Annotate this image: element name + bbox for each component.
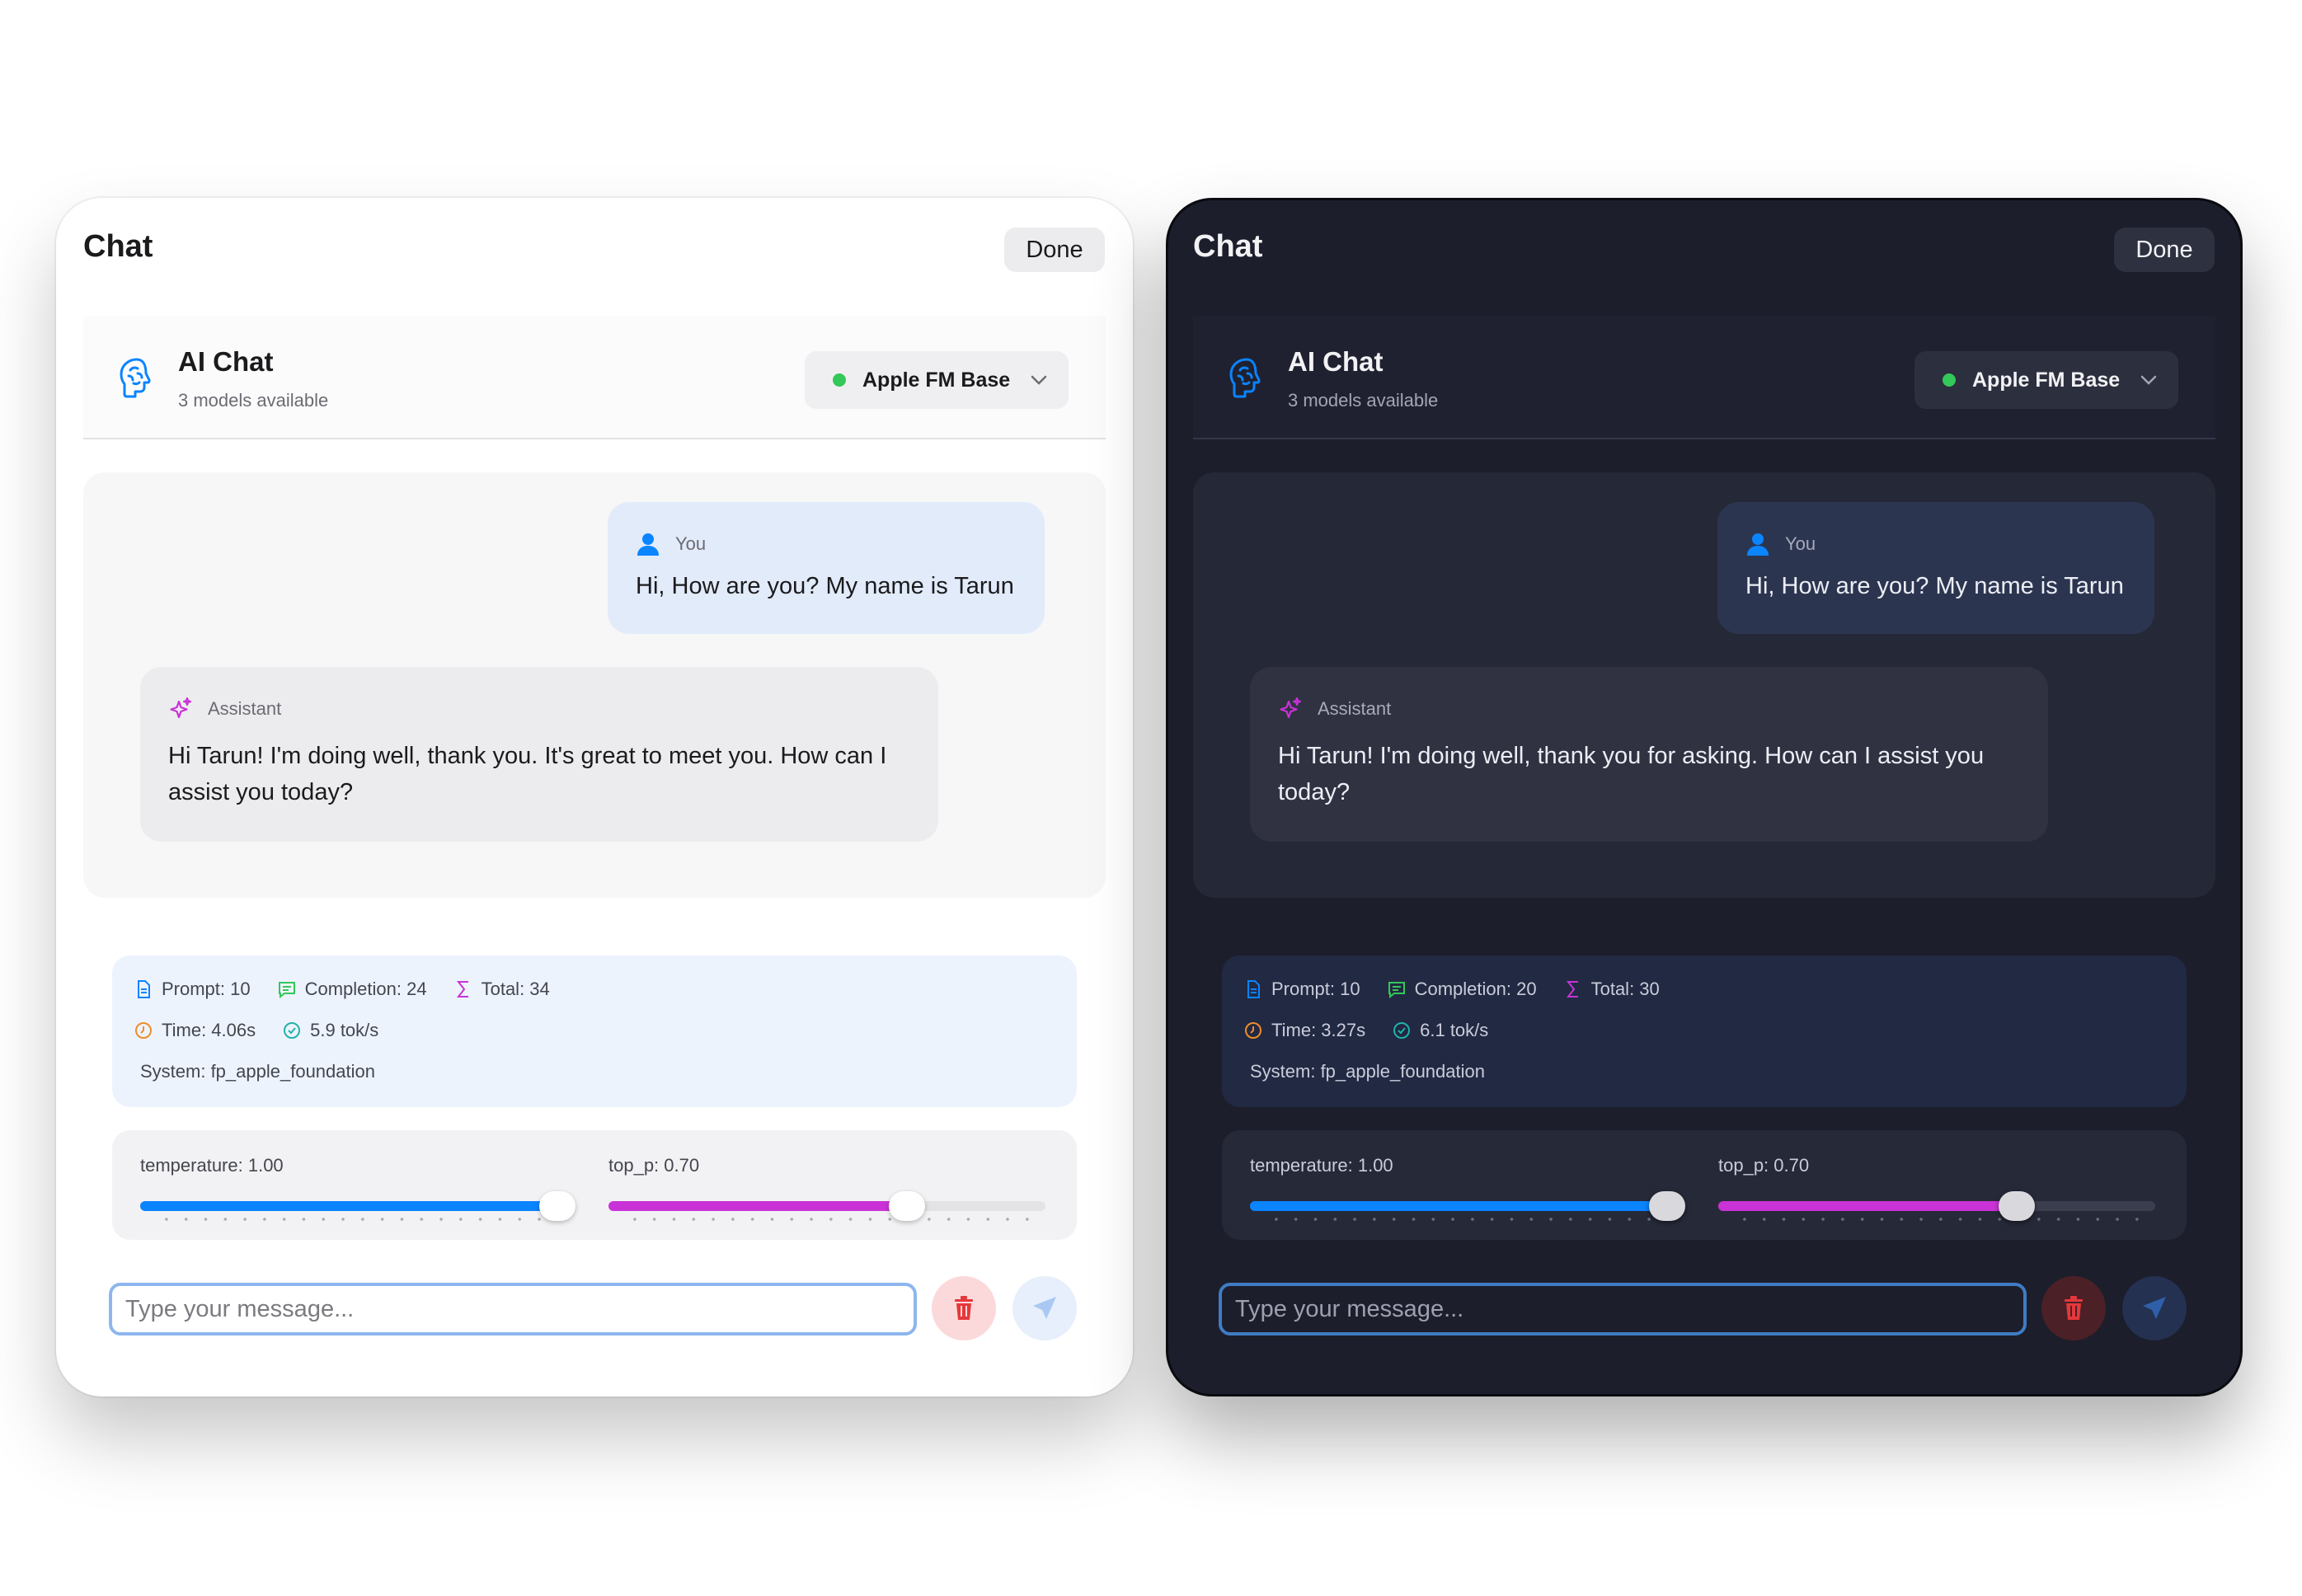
temperature-slider-thumb[interactable] <box>539 1191 576 1221</box>
role-label: Assistant <box>208 698 282 719</box>
role-label: You <box>675 533 707 554</box>
system-fingerprint: System: fp_apple_foundation <box>140 1061 375 1082</box>
temperature-label: temperature: 1.00 <box>140 1155 284 1176</box>
done-button[interactable]: Done <box>2114 228 2215 272</box>
usage-stats: Prompt: 10 Completion: 24 Total: 34 Time… <box>112 955 1077 1107</box>
sigma-icon <box>1566 981 1578 998</box>
sampling-controls: temperature: 1.00 top_p: 0.70 <box>112 1130 1077 1240</box>
chat-header: AI Chat 3 models available Apple FM Base <box>83 316 1106 439</box>
person-icon <box>1747 533 1769 556</box>
document-icon <box>1247 980 1260 998</box>
model-selector[interactable]: Apple FM Base <box>805 351 1069 409</box>
top-p-slider-thumb[interactable] <box>889 1191 926 1221</box>
chat-header: AI Chat 3 models available Apple FM Base <box>1193 316 2215 439</box>
gauge-icon <box>1393 1022 1411 1039</box>
window-title: Chat <box>1193 229 1263 264</box>
total-tokens: Total: 34 <box>481 979 550 999</box>
completion-tokens: Completion: 20 <box>1414 979 1537 999</box>
chevron-down-icon <box>1031 375 1047 385</box>
clear-chat-button[interactable] <box>2041 1276 2106 1340</box>
clear-chat-button[interactable] <box>932 1276 996 1340</box>
status-dot <box>833 373 846 387</box>
message-text: Hi Tarun! I'm doing well, thank you for … <box>1278 743 1985 805</box>
message-text: Hi Tarun! I'm doing well, thank you. It'… <box>168 743 887 805</box>
trash-icon <box>955 1296 973 1320</box>
top-p-slider[interactable] <box>1718 1191 2155 1221</box>
window-title: Chat <box>83 229 153 264</box>
brain-head-icon <box>120 358 151 398</box>
message-list[interactable]: You Hi, How are you? My name is Tarun As… <box>83 472 1106 898</box>
chat-bubble-icon <box>278 982 295 999</box>
sigma-icon <box>456 981 468 998</box>
assistant-message: Assistant Hi Tarun! I'm doing well, than… <box>140 667 938 842</box>
status-dot <box>1943 373 1956 387</box>
top-p-label: top_p: 0.70 <box>608 1155 700 1176</box>
model-name: Apple FM Base <box>1972 368 2121 392</box>
completion-tokens: Completion: 24 <box>304 979 427 999</box>
response-time: Time: 3.27s <box>1271 1020 1366 1040</box>
tokens-per-second: 6.1 tok/s <box>1420 1020 1489 1040</box>
models-available-label: 3 models available <box>178 390 329 411</box>
chat-bubble-icon <box>1388 982 1405 999</box>
temperature-slider[interactable] <box>140 1191 576 1221</box>
done-button[interactable]: Done <box>1004 228 1105 272</box>
paper-plane-icon <box>2143 1297 2166 1319</box>
ai-chat-title: AI Chat <box>1288 346 1384 377</box>
user-message: You Hi, How are you? My name is Tarun <box>608 502 1045 634</box>
system-fingerprint: System: fp_apple_foundation <box>1250 1061 1485 1082</box>
total-tokens: Total: 30 <box>1590 979 1660 999</box>
top-p-slider[interactable] <box>608 1191 1045 1221</box>
model-selector[interactable]: Apple FM Base <box>1914 351 2178 409</box>
top-p-label: top_p: 0.70 <box>1718 1155 1810 1176</box>
ai-chat-title: AI Chat <box>178 346 274 377</box>
models-available-label: 3 models available <box>1288 390 1439 411</box>
message-text: Hi, How are you? My name is Tarun <box>1745 573 2124 599</box>
prompt-tokens: Prompt: 10 <box>1271 979 1360 999</box>
temperature-slider[interactable] <box>1250 1191 1685 1221</box>
user-message: You Hi, How are you? My name is Tarun <box>1717 502 2154 634</box>
chevron-down-icon <box>2140 375 2157 385</box>
message-input[interactable] <box>109 1283 917 1335</box>
tokens-per-second: 5.9 tok/s <box>310 1020 379 1040</box>
gauge-icon <box>284 1022 301 1039</box>
message-list[interactable]: You Hi, How are you? My name is Tarun As… <box>1193 472 2215 898</box>
document-icon <box>138 980 150 998</box>
role-label: Assistant <box>1318 698 1392 719</box>
chat-window-dark: Chat Done AI Chat 3 models available App… <box>1166 198 2243 1396</box>
send-button[interactable] <box>2122 1276 2187 1340</box>
send-button[interactable] <box>1012 1276 1077 1340</box>
role-label: You <box>1785 533 1816 554</box>
temperature-label: temperature: 1.00 <box>1250 1155 1393 1176</box>
message-input[interactable] <box>1219 1283 2027 1335</box>
person-icon <box>637 533 659 556</box>
top-p-slider-thumb[interactable] <box>1999 1191 2036 1221</box>
message-text: Hi, How are you? My name is Tarun <box>636 573 1014 599</box>
assistant-message: Assistant Hi Tarun! I'm doing well, than… <box>1250 667 2048 842</box>
trash-icon <box>2065 1296 2083 1320</box>
clock-icon <box>135 1022 152 1039</box>
brain-head-icon <box>1229 358 1261 398</box>
temperature-slider-thumb[interactable] <box>1649 1191 1685 1221</box>
sparkles-icon <box>170 697 192 719</box>
sparkles-icon <box>1280 697 1302 719</box>
paper-plane-icon <box>1033 1297 1056 1319</box>
usage-stats: Prompt: 10 Completion: 20 Total: 30 Time… <box>1222 955 2187 1107</box>
sampling-controls: temperature: 1.00 top_p: 0.70 <box>1222 1130 2187 1240</box>
prompt-tokens: Prompt: 10 <box>162 979 251 999</box>
chat-window-light: Chat Done AI Chat 3 models available App… <box>56 198 1133 1396</box>
clock-icon <box>1245 1022 1261 1039</box>
response-time: Time: 4.06s <box>162 1020 256 1040</box>
model-name: Apple FM Base <box>862 368 1011 392</box>
